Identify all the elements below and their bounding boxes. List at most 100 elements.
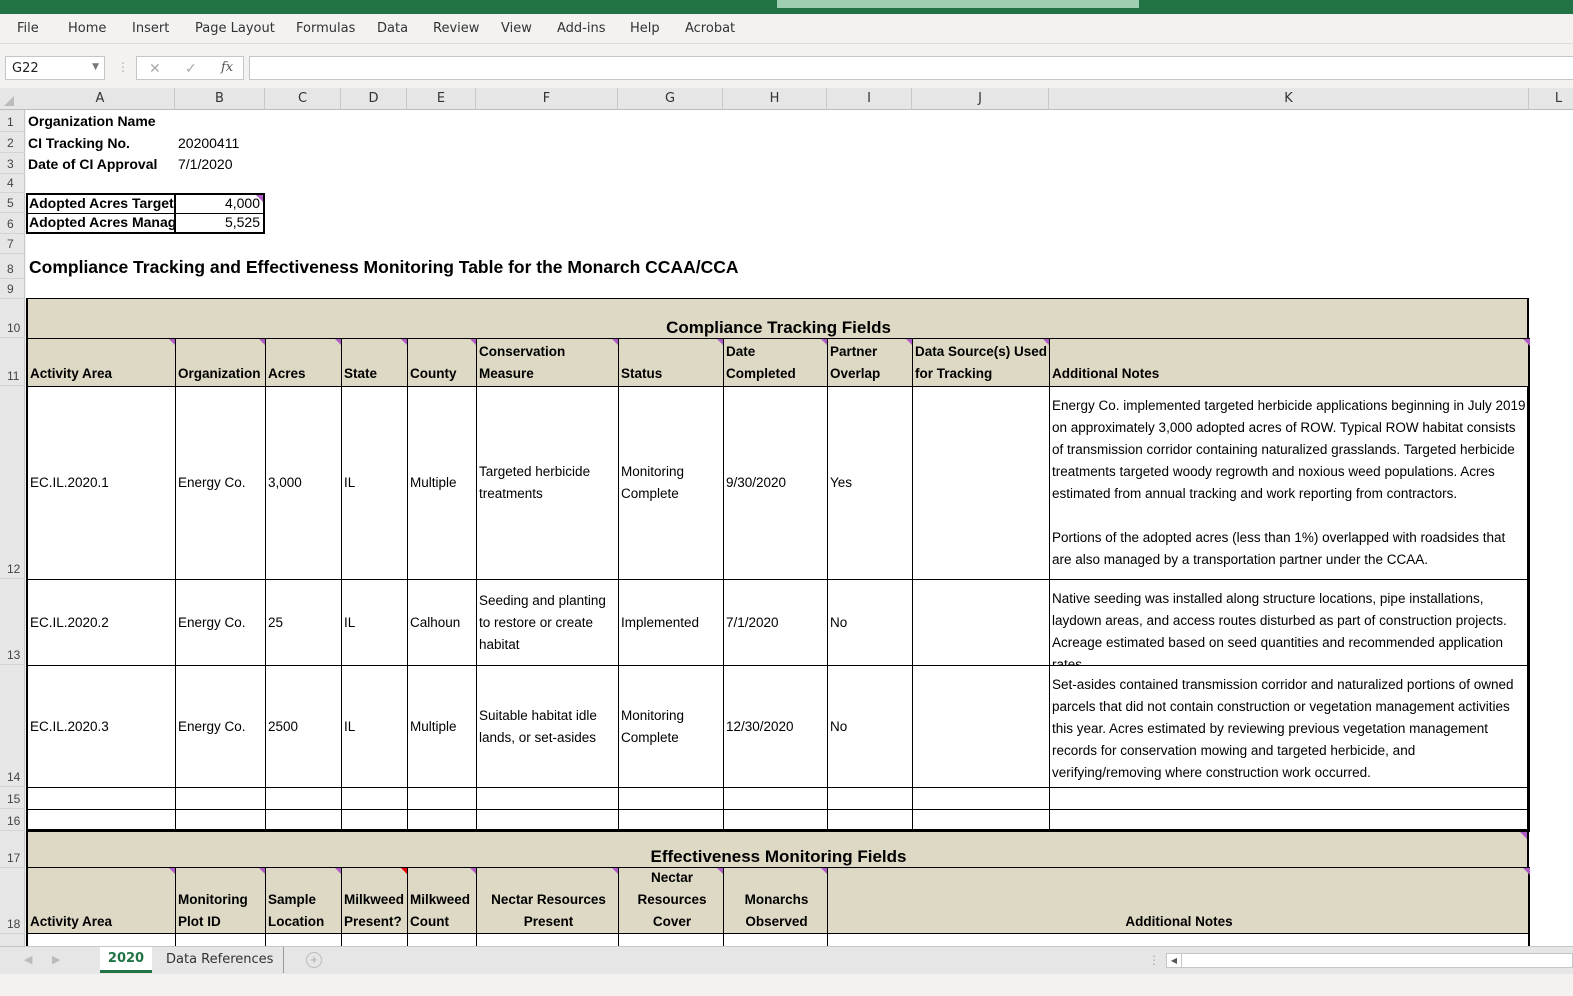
empty-cell[interactable] — [1049, 787, 1530, 810]
column-header-h[interactable]: H — [723, 88, 827, 110]
comment-indicator[interactable] — [1523, 868, 1530, 875]
table-cell-acres[interactable]: 3,000 — [265, 386, 342, 580]
table-cell-notes[interactable]: Native seeding was installed along struc… — [1049, 579, 1530, 666]
table-cell-activity[interactable]: EC.IL.2020.1 — [26, 386, 176, 580]
table-cell-county[interactable]: Multiple — [407, 386, 477, 580]
empty-cell[interactable] — [723, 933, 828, 946]
table-cell-state[interactable]: IL — [341, 579, 408, 666]
table-cell-source[interactable] — [912, 386, 1050, 580]
menu-review[interactable]: Review — [433, 21, 479, 36]
worksheet-grid[interactable]: Organization Name CI Tracking No. 202004… — [26, 110, 1573, 946]
table-cell-state[interactable]: IL — [341, 386, 408, 580]
table-cell-status[interactable]: Monitoring Complete — [618, 665, 724, 788]
empty-cell[interactable] — [175, 787, 266, 810]
column-header-l[interactable]: L — [1529, 88, 1573, 110]
empty-cell[interactable] — [407, 787, 477, 810]
comment-indicator[interactable] — [1520, 832, 1527, 839]
table-cell-overlap[interactable]: No — [827, 579, 913, 666]
empty-cell[interactable] — [341, 933, 408, 946]
select-all-button[interactable] — [4, 96, 14, 106]
table-cell-date[interactable]: 12/30/2020 — [723, 665, 828, 788]
empty-cell[interactable] — [827, 809, 913, 832]
scroll-right-icon[interactable]: ▶ — [52, 953, 60, 966]
empty-cell[interactable] — [341, 787, 408, 810]
empty-cell[interactable] — [407, 809, 477, 832]
empty-cell[interactable] — [265, 809, 342, 832]
table-cell-notes[interactable]: Energy Co. implemented targeted herbicid… — [1049, 386, 1530, 580]
empty-cell[interactable] — [618, 787, 724, 810]
menu-help[interactable]: Help — [630, 21, 660, 36]
column-header-k[interactable]: K — [1049, 88, 1529, 110]
empty-cell[interactable] — [407, 933, 477, 946]
row-header[interactable]: 3 — [0, 153, 25, 174]
comment-indicator[interactable] — [256, 195, 263, 202]
empty-cell[interactable] — [265, 787, 342, 810]
table-cell-notes[interactable]: Set-asides contained transmission corrid… — [1049, 665, 1530, 788]
row-header[interactable]: 6 — [0, 213, 25, 234]
row-header[interactable]: 1 — [0, 110, 25, 132]
empty-cell[interactable] — [476, 809, 619, 832]
enter-icon[interactable]: ✓ — [185, 60, 197, 77]
table-cell-date[interactable]: 9/30/2020 — [723, 386, 828, 580]
empty-cell[interactable] — [827, 787, 913, 810]
empty-cell[interactable] — [265, 933, 342, 946]
table-cell-source[interactable] — [912, 579, 1050, 666]
row-header[interactable]: 7 — [0, 234, 25, 254]
table-cell-measure[interactable]: Targeted herbicide treatments — [476, 386, 619, 580]
tracking-no-value[interactable]: 20200411 — [176, 135, 239, 151]
table-cell-acres[interactable]: 2500 — [265, 665, 342, 788]
row-header[interactable]: 10 — [0, 299, 25, 338]
horizontal-scrollbar[interactable]: ◀ — [1166, 953, 1573, 968]
search-box[interactable] — [777, 0, 1139, 8]
column-header-e[interactable]: E — [407, 88, 476, 110]
row-header[interactable]: 5 — [0, 193, 25, 213]
acres-managed-value[interactable]: 5,525 — [176, 214, 260, 230]
scroll-left-arrow-icon[interactable]: ◀ — [1167, 954, 1182, 967]
cancel-icon[interactable]: ✕ — [149, 60, 161, 77]
row-header[interactable]: 17 — [0, 831, 25, 868]
menu-insert[interactable]: Insert — [132, 21, 169, 36]
acres-target-value[interactable]: 4,000 — [176, 195, 260, 211]
empty-cell[interactable] — [723, 787, 828, 810]
sheet-tab-2020[interactable]: 2020 — [100, 947, 152, 973]
row-header[interactable]: 2 — [0, 132, 25, 153]
column-header-j[interactable]: J — [912, 88, 1049, 110]
table-cell-org[interactable]: Energy Co. — [175, 579, 266, 666]
table-cell-status[interactable]: Implemented — [618, 579, 724, 666]
empty-cell[interactable] — [175, 809, 266, 832]
row-header[interactable]: 13 — [0, 579, 25, 665]
table-cell-date[interactable]: 7/1/2020 — [723, 579, 828, 666]
row-header[interactable]: 8 — [0, 254, 25, 279]
table-cell-state[interactable]: IL — [341, 665, 408, 788]
formula-input[interactable] — [249, 56, 1573, 80]
menu-view[interactable]: View — [501, 21, 532, 36]
column-header-b[interactable]: B — [175, 88, 265, 110]
menu-add-ins[interactable]: Add-ins — [557, 21, 605, 36]
table-cell-source[interactable] — [912, 665, 1050, 788]
menu-home[interactable]: Home — [68, 21, 106, 36]
table-cell-acres[interactable]: 25 — [265, 579, 342, 666]
column-header-d[interactable]: D — [341, 88, 407, 110]
empty-cell[interactable] — [618, 933, 724, 946]
empty-cell[interactable] — [175, 933, 266, 946]
empty-cell[interactable] — [827, 933, 1530, 946]
table-cell-org[interactable]: Energy Co. — [175, 386, 266, 580]
empty-cell[interactable] — [912, 787, 1050, 810]
empty-cell[interactable] — [1049, 809, 1530, 832]
drag-handle-icon[interactable]: ⋮ — [117, 60, 129, 74]
empty-cell[interactable] — [341, 809, 408, 832]
menu-file[interactable]: File — [17, 21, 39, 36]
empty-cell[interactable] — [476, 933, 619, 946]
menu-page-layout[interactable]: Page Layout — [195, 21, 275, 36]
menu-data[interactable]: Data — [377, 21, 408, 36]
add-sheet-icon[interactable]: + — [306, 952, 322, 968]
comment-indicator[interactable] — [1523, 339, 1530, 346]
column-header-c[interactable]: C — [265, 88, 341, 110]
empty-cell[interactable] — [26, 809, 176, 832]
row-header[interactable]: 18 — [0, 868, 25, 934]
table-cell-county[interactable]: Multiple — [407, 665, 477, 788]
table-cell-overlap[interactable]: Yes — [827, 386, 913, 580]
column-header-g[interactable]: G — [618, 88, 723, 110]
row-header[interactable]: 14 — [0, 665, 25, 787]
scroll-left-icon[interactable]: ◀ — [24, 953, 32, 966]
